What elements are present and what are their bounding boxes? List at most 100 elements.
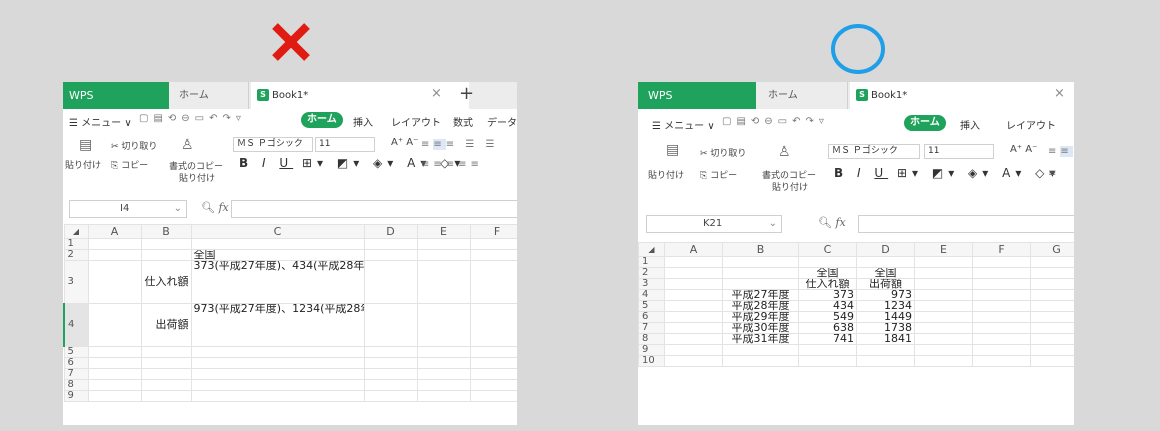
row-header[interactable]: 7 bbox=[63, 368, 89, 380]
cell[interactable]: 549 bbox=[798, 311, 857, 323]
cell[interactable]: 平成28年度 bbox=[722, 300, 799, 312]
col-header[interactable]: C bbox=[798, 242, 857, 257]
align-icons[interactable]: ≡≡≡ ☰ ☰ bbox=[421, 139, 498, 150]
font-grow-shrink[interactable]: A⁺ A⁻ bbox=[391, 137, 418, 148]
select-all-corner[interactable]: ◢ bbox=[638, 242, 665, 257]
row-header-selected[interactable]: 4 bbox=[63, 303, 89, 347]
font-size-select[interactable]: 11 bbox=[924, 144, 994, 159]
tab-home[interactable]: ホーム bbox=[760, 82, 848, 109]
menu-button[interactable]: ☰ メニュー ∨ bbox=[652, 117, 715, 132]
cell[interactable] bbox=[416, 303, 471, 347]
ribbon-tab-data[interactable]: データ bbox=[487, 114, 517, 129]
name-box[interactable]: K21 ⌄ bbox=[646, 215, 782, 233]
row-header[interactable]: 5 bbox=[638, 300, 665, 312]
ribbon-tab-formula[interactable]: 数式 bbox=[453, 114, 473, 129]
row-header[interactable]: 9 bbox=[63, 390, 89, 402]
col-header[interactable]: G bbox=[1030, 242, 1074, 257]
ribbon-tab-insert[interactable]: 挿入 bbox=[353, 114, 373, 129]
quick-access-icons[interactable]: ▢▤⟲⊖▭↶↷▿ bbox=[139, 113, 246, 124]
tab-book1[interactable]: S Book1* bbox=[850, 82, 1074, 109]
cell[interactable]: 全国 bbox=[190, 249, 365, 261]
paste-button[interactable]: 貼り付け bbox=[65, 158, 101, 171]
menu-button[interactable]: ☰ メニュー ∨ bbox=[69, 114, 132, 129]
cell[interactable]: 1234 bbox=[856, 300, 915, 312]
close-tab-icon[interactable]: × bbox=[431, 86, 442, 101]
cell[interactable] bbox=[87, 238, 142, 250]
row-header[interactable]: 6 bbox=[63, 357, 89, 369]
cell[interactable]: 638 bbox=[798, 322, 857, 334]
cell[interactable] bbox=[87, 303, 142, 347]
cell[interactable] bbox=[87, 249, 142, 261]
name-box[interactable]: I4 ⌄ bbox=[69, 200, 187, 218]
fx-icon[interactable]: 🔍︎ fx bbox=[818, 216, 846, 229]
quick-access-icons[interactable]: ▢▤⟲⊖▭↶↷▿ bbox=[722, 116, 829, 127]
cell[interactable] bbox=[363, 303, 418, 347]
indent-icons[interactable]: ≡≡≡≡≡ bbox=[421, 159, 483, 170]
col-header[interactable]: E bbox=[416, 224, 471, 239]
row-header[interactable]: 2 bbox=[638, 267, 665, 279]
col-header[interactable]: D bbox=[363, 224, 418, 239]
cell[interactable] bbox=[416, 238, 471, 250]
row-header[interactable]: 8 bbox=[638, 333, 665, 345]
font-name-select[interactable]: ＭＳ Ｐゴシック bbox=[233, 137, 313, 152]
paste-button[interactable]: 貼り付け bbox=[648, 168, 684, 181]
font-format-buttons[interactable]: B I U ⊞▾ ◩▾ ◈▾ A▾ ◇▾ bbox=[834, 166, 1060, 180]
cell[interactable] bbox=[87, 260, 142, 304]
app-brand-tab[interactable]: WPS Spreadsheets bbox=[638, 82, 756, 129]
cell[interactable]: 1449 bbox=[856, 311, 915, 323]
cell[interactable]: 平成31年度 bbox=[722, 333, 799, 345]
cell[interactable] bbox=[469, 249, 517, 261]
cell[interactable]: 仕入れ額 bbox=[140, 260, 192, 304]
row-header[interactable]: 3 bbox=[638, 278, 665, 290]
ribbon-tab-home[interactable]: ホーム bbox=[301, 112, 343, 128]
fx-icon[interactable]: 🔍︎ fx bbox=[201, 201, 229, 214]
col-header[interactable]: E bbox=[914, 242, 973, 257]
row-header[interactable]: 2 bbox=[63, 249, 89, 261]
cell[interactable]: 全国 bbox=[856, 267, 915, 279]
row-header[interactable]: 1 bbox=[63, 238, 89, 250]
row-header[interactable]: 6 bbox=[638, 311, 665, 323]
cell[interactable] bbox=[416, 260, 471, 304]
select-all-corner[interactable]: ◢ bbox=[63, 224, 89, 239]
ribbon-tab-insert[interactable]: 挿入 bbox=[960, 117, 980, 132]
cell[interactable]: 1738 bbox=[856, 322, 915, 334]
cell[interactable]: 373 bbox=[798, 289, 857, 301]
row-header[interactable]: 8 bbox=[63, 379, 89, 391]
cell[interactable] bbox=[363, 249, 418, 261]
copy-button[interactable]: ⎘ コピー bbox=[111, 158, 148, 171]
paste-icon[interactable]: ▤ bbox=[79, 137, 92, 153]
font-size-select[interactable]: 11 bbox=[315, 137, 375, 152]
indent-icons[interactable]: ≡ bbox=[1048, 168, 1060, 179]
row-header[interactable]: 10 bbox=[638, 355, 665, 367]
cell[interactable] bbox=[363, 238, 418, 250]
format-painter-icon[interactable]: ♙ bbox=[181, 137, 194, 153]
col-header[interactable]: B bbox=[140, 224, 192, 239]
col-header[interactable]: D bbox=[856, 242, 915, 257]
align-icons[interactable]: ≡≡ bbox=[1048, 146, 1073, 157]
cell[interactable]: 出荷額 bbox=[140, 303, 192, 347]
cell[interactable]: 1841 bbox=[856, 333, 915, 345]
col-header[interactable]: A bbox=[664, 242, 723, 257]
row-header[interactable]: 5 bbox=[63, 346, 89, 358]
row-header[interactable]: 7 bbox=[638, 322, 665, 334]
format-painter-icon[interactable]: ♙ bbox=[778, 144, 791, 160]
formula-input[interactable] bbox=[858, 215, 1074, 233]
ribbon-tab-layout[interactable]: レイアウト bbox=[391, 114, 441, 129]
cell[interactable]: 741 bbox=[798, 333, 857, 345]
col-header[interactable]: F bbox=[972, 242, 1031, 257]
close-tab-icon[interactable]: × bbox=[1054, 86, 1065, 101]
ribbon-tab-home[interactable]: ホーム bbox=[904, 115, 946, 131]
cell[interactable]: 平成30年度 bbox=[722, 322, 799, 334]
col-header[interactable]: B bbox=[722, 242, 799, 257]
cell[interactable]: 373(平成27年度)、434(平成28年度)、549(平成29年度)、638(… bbox=[190, 260, 365, 304]
formula-input[interactable] bbox=[231, 200, 517, 218]
ribbon-tab-layout[interactable]: レイアウト bbox=[1006, 117, 1056, 132]
cell[interactable] bbox=[469, 303, 517, 347]
cell[interactable]: 平成27年度 bbox=[722, 289, 799, 301]
cell[interactable] bbox=[416, 249, 471, 261]
col-header[interactable]: F bbox=[469, 224, 517, 239]
paste-icon[interactable]: ▤ bbox=[666, 142, 679, 158]
app-brand-tab[interactable]: WPS Spreadsheets bbox=[63, 82, 169, 129]
cell[interactable] bbox=[190, 238, 365, 250]
row-header[interactable]: 1 bbox=[638, 256, 665, 268]
